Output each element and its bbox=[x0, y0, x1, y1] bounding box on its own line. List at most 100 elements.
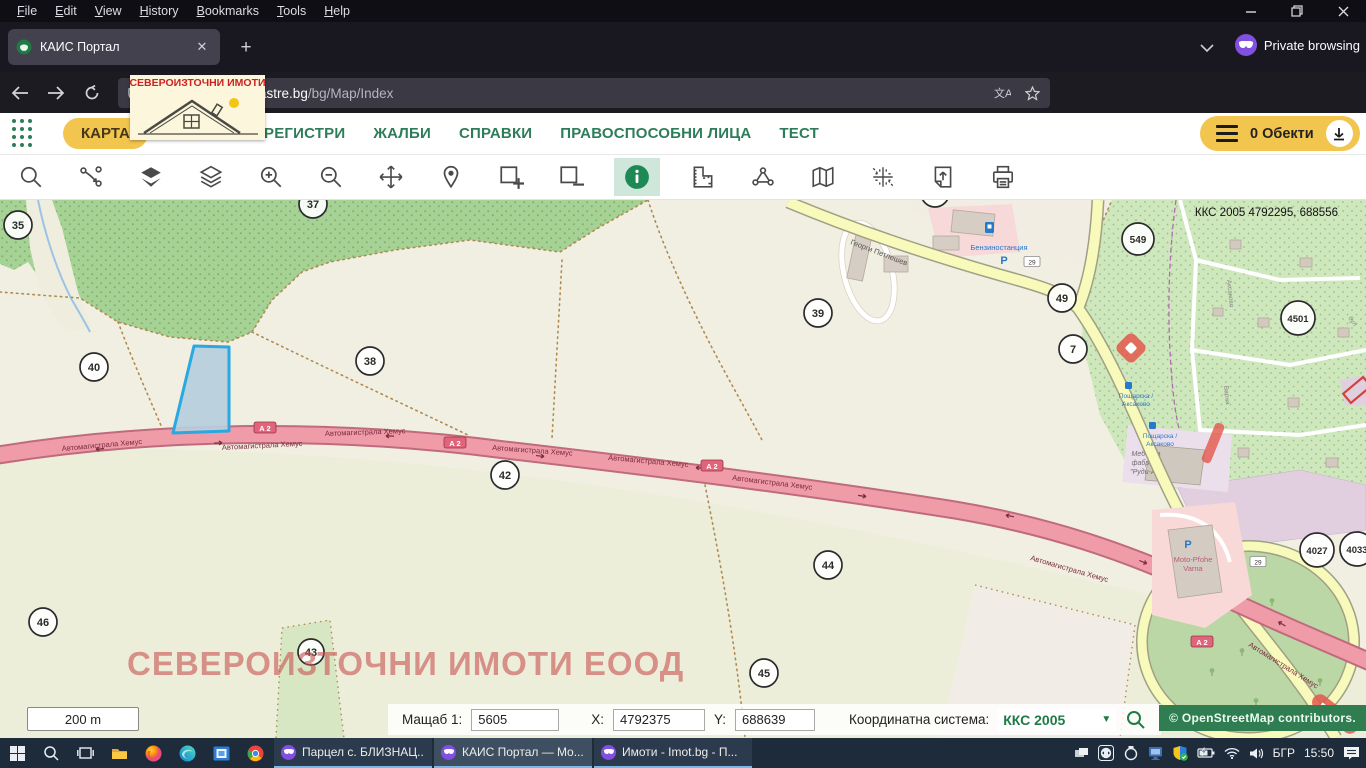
menu-view[interactable]: View bbox=[86, 0, 131, 22]
map-marker: 7 bbox=[1059, 335, 1087, 363]
nav-pravosposobni-lica[interactable]: ПРАВОСПОСОБНИ ЛИЦА bbox=[560, 125, 751, 142]
map-canvas[interactable]: Мебелна фабрика "Руди-Ан" Бензиностанция… bbox=[0, 200, 1366, 738]
select-rect-remove-icon[interactable] bbox=[554, 158, 588, 196]
osm-attribution[interactable]: © OpenStreetMap contributors. bbox=[1159, 705, 1366, 731]
map-status-bar: Мащаб 1: X: Y: Координатна система: ККС … bbox=[388, 704, 1161, 735]
capture-icon[interactable] bbox=[1123, 745, 1139, 761]
file-explorer-icon[interactable] bbox=[102, 738, 136, 768]
menu-file[interactable]: File bbox=[8, 0, 46, 22]
tab-kais-portal[interactable]: КАИС Портал ✕ bbox=[8, 29, 220, 65]
svg-text:35: 35 bbox=[12, 220, 24, 232]
map-marker: 4033 bbox=[1340, 532, 1366, 566]
edge-icon[interactable] bbox=[170, 738, 204, 768]
task-view-icon[interactable] bbox=[68, 738, 102, 768]
svg-text:4027: 4027 bbox=[1306, 546, 1327, 557]
firefox-private-icon bbox=[281, 745, 296, 760]
coordinates-grid-icon[interactable] bbox=[866, 158, 900, 196]
list-tabs-chevron-icon[interactable] bbox=[1200, 40, 1214, 58]
measure-area-icon[interactable] bbox=[746, 158, 780, 196]
map-marker: 46 bbox=[29, 608, 57, 636]
nav-registri[interactable]: РЕГИСТРИ bbox=[264, 125, 345, 142]
reload-icon[interactable] bbox=[76, 77, 108, 109]
objects-menu-icon[interactable] bbox=[1216, 125, 1238, 142]
tab-close-icon[interactable]: ✕ bbox=[192, 39, 212, 55]
nav-zhalbi[interactable]: ЖАЛБИ bbox=[373, 125, 431, 142]
hidden-icons-icon[interactable] bbox=[1074, 747, 1089, 759]
map-marker: 49 bbox=[1048, 284, 1076, 312]
svg-text:P: P bbox=[1184, 539, 1191, 551]
svg-text:39: 39 bbox=[812, 308, 824, 320]
translate-icon[interactable]: 文A bbox=[994, 86, 1011, 100]
language-indicator[interactable]: БГР bbox=[1273, 746, 1295, 760]
chrome-icon[interactable] bbox=[238, 738, 272, 768]
svg-text:549: 549 bbox=[1130, 235, 1147, 246]
print-icon[interactable] bbox=[986, 158, 1020, 196]
svg-text:文A: 文A bbox=[994, 86, 1011, 100]
start-button-icon[interactable] bbox=[0, 738, 34, 768]
svg-text:38: 38 bbox=[364, 356, 376, 368]
map-marker: 4027 bbox=[1300, 533, 1334, 567]
map-marker: 45 bbox=[750, 659, 778, 687]
pan-icon[interactable] bbox=[374, 158, 408, 196]
route-select-icon[interactable] bbox=[74, 158, 108, 196]
maximize-icon[interactable] bbox=[1274, 0, 1320, 22]
scale-bar: 200 m bbox=[27, 707, 139, 731]
wifi-icon[interactable] bbox=[1224, 747, 1240, 759]
svg-text:A 2: A 2 bbox=[1196, 638, 1207, 647]
taskbar-window-imot[interactable]: Имоти - Imot.bg - П... bbox=[594, 738, 752, 768]
defender-icon[interactable] bbox=[1172, 745, 1188, 761]
clock[interactable]: 15:50 bbox=[1304, 746, 1334, 760]
zoom-in-icon[interactable] bbox=[254, 158, 288, 196]
y-label: Y: bbox=[714, 712, 726, 727]
taskbar-search-icon[interactable] bbox=[34, 738, 68, 768]
taskbar-window-parcel[interactable]: Парцел с. БЛИЗНАЦ... bbox=[274, 738, 432, 768]
layers-filled-icon[interactable] bbox=[134, 158, 168, 196]
map-marker: 549 bbox=[1122, 223, 1154, 255]
back-icon[interactable] bbox=[4, 77, 36, 109]
location-pin-icon[interactable] bbox=[434, 158, 468, 196]
apps-grid-icon[interactable] bbox=[12, 119, 33, 148]
nav-spravki[interactable]: СПРАВКИ bbox=[459, 125, 532, 142]
nav-test[interactable]: ТЕСТ bbox=[779, 125, 819, 142]
menu-bookmarks[interactable]: Bookmarks bbox=[188, 0, 269, 22]
menu-edit[interactable]: Edit bbox=[46, 0, 86, 22]
remote-monitor-icon[interactable] bbox=[1148, 746, 1163, 760]
objects-badge[interactable]: 0 Обекти bbox=[1200, 116, 1360, 151]
menu-history[interactable]: History bbox=[131, 0, 188, 22]
scale-input[interactable] bbox=[471, 709, 559, 731]
menu-help[interactable]: Help bbox=[315, 0, 359, 22]
measure-icon[interactable] bbox=[686, 158, 720, 196]
select-rect-add-icon[interactable] bbox=[494, 158, 528, 196]
svg-text:Varna: Varna bbox=[1183, 564, 1203, 573]
export-icon[interactable] bbox=[926, 158, 960, 196]
zoom-out-icon[interactable] bbox=[314, 158, 348, 196]
forward-icon[interactable] bbox=[40, 77, 72, 109]
firefox-icon[interactable] bbox=[136, 738, 170, 768]
y-input[interactable] bbox=[735, 709, 815, 731]
info-tool-icon[interactable] bbox=[614, 158, 660, 196]
map-sheets-icon[interactable] bbox=[806, 158, 840, 196]
x-input[interactable] bbox=[613, 709, 705, 731]
volume-icon[interactable] bbox=[1249, 747, 1264, 760]
coordinates-search-icon[interactable] bbox=[1125, 709, 1147, 731]
layers-outline-icon[interactable] bbox=[194, 158, 228, 196]
teamviewer-icon[interactable] bbox=[1098, 745, 1114, 761]
logo-house-drawing bbox=[134, 89, 262, 137]
photos-app-icon[interactable] bbox=[204, 738, 238, 768]
minimize-icon[interactable] bbox=[1228, 0, 1274, 22]
svg-text:49: 49 bbox=[1056, 293, 1068, 305]
bookmark-star-icon[interactable] bbox=[1025, 86, 1040, 101]
private-mask-icon bbox=[1235, 34, 1257, 56]
tab-title: КАИС Портал bbox=[40, 40, 192, 54]
crs-select[interactable]: ККС 2005 ▼ bbox=[998, 709, 1116, 731]
action-center-icon[interactable] bbox=[1343, 746, 1360, 760]
new-tab-button[interactable]: + bbox=[232, 34, 260, 62]
taskbar-window-kais[interactable]: КАИС Портал — Mo... bbox=[434, 738, 592, 768]
svg-text:29: 29 bbox=[1028, 260, 1036, 267]
menu-tools[interactable]: Tools bbox=[268, 0, 315, 22]
battery-icon[interactable] bbox=[1197, 747, 1215, 759]
download-objects-icon[interactable] bbox=[1326, 120, 1353, 147]
close-icon[interactable] bbox=[1320, 0, 1366, 22]
search-tool-icon[interactable] bbox=[14, 158, 48, 196]
svg-text:A 2: A 2 bbox=[706, 462, 717, 471]
